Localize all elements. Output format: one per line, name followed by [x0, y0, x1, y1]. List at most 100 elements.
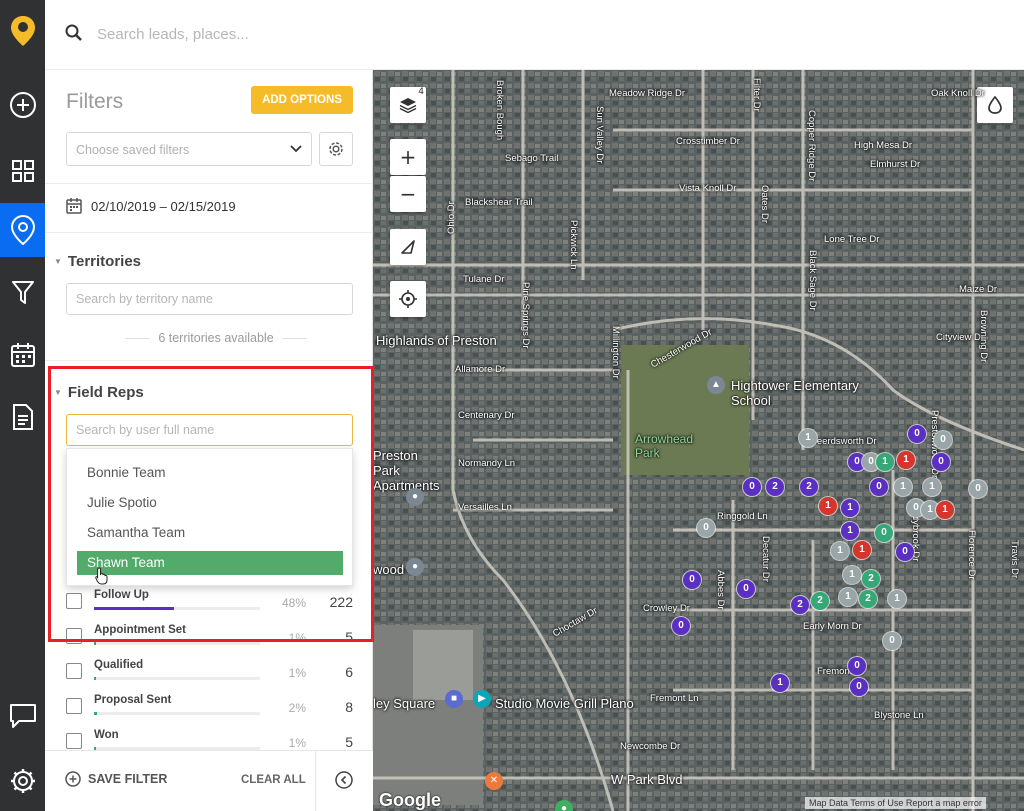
street-label: Browning Dr [978, 310, 989, 363]
save-filter-button[interactable]: SAVE FILTER [65, 771, 167, 787]
street-label: Filter Dr [751, 78, 762, 112]
lead-pin[interactable]: 0 [737, 580, 755, 598]
territories-header[interactable]: ▼ Territories [54, 253, 141, 270]
draw-polygon-button[interactable] [390, 229, 426, 265]
date-range-row[interactable]: 02/10/2019 – 02/15/2019 [66, 198, 236, 214]
dropdown-option-julie-spotio[interactable]: Julie Spotio [77, 491, 343, 515]
lead-pin[interactable]: 0 [969, 480, 987, 498]
chat-icon[interactable] [0, 693, 45, 739]
stage-checkbox[interactable] [66, 663, 82, 679]
divider-line [125, 337, 151, 339]
lead-pin[interactable]: 1 [841, 499, 859, 517]
lead-pin[interactable]: 0 [683, 571, 701, 589]
territory-search-input[interactable] [66, 283, 353, 315]
stage-percent: 48% [281, 596, 306, 610]
lead-pin[interactable]: 1 [936, 501, 954, 519]
place-marker-icon[interactable]: ● [406, 558, 424, 576]
stage-checkbox[interactable] [66, 593, 82, 609]
place-label: Preston Park Apartments [373, 448, 440, 493]
field-reps-header[interactable]: ▼ Field Reps [54, 384, 144, 401]
street-label: W Park Blvd [611, 772, 683, 787]
lead-pin[interactable]: 1 [839, 588, 857, 606]
street-label: Abbes Dr [715, 570, 726, 610]
lead-pin[interactable]: 1 [841, 522, 859, 540]
stage-checkbox[interactable] [66, 698, 82, 714]
lead-pin[interactable]: 0 [908, 425, 926, 443]
add-circle-icon[interactable] [0, 82, 45, 128]
lead-pin[interactable]: 1 [771, 674, 789, 692]
lead-pin[interactable]: 1 [923, 478, 941, 496]
lead-pin[interactable]: 0 [883, 632, 901, 650]
stage-count: 5 [345, 734, 353, 750]
lead-pin[interactable]: 1 [831, 542, 849, 560]
divider [45, 183, 373, 184]
search-input[interactable] [97, 20, 497, 48]
map-layers-button[interactable]: 4 [390, 87, 426, 123]
crosshair-icon [399, 290, 417, 308]
lead-pin[interactable]: 0 [896, 543, 914, 561]
satellite-map[interactable]: 4 + − Meadow Ridge Dr Broken Bough Filte… [373, 70, 1024, 811]
saved-filters-settings-button[interactable] [319, 132, 353, 166]
lead-pin[interactable]: 2 [859, 590, 877, 608]
place-marker-icon[interactable]: ● [406, 488, 424, 506]
lead-pin[interactable]: 1 [843, 566, 861, 584]
collapse-panel-button[interactable] [335, 771, 353, 794]
lead-pin[interactable]: 0 [672, 617, 690, 635]
lead-pin[interactable]: 0 [870, 478, 888, 496]
lead-pin[interactable]: 1 [819, 497, 837, 515]
document-icon[interactable] [0, 394, 45, 440]
restaurant-icon[interactable]: ✕ [485, 772, 503, 790]
shopping-bag-icon[interactable]: ■ [445, 690, 463, 708]
cinema-icon[interactable]: ▶ [473, 690, 491, 708]
add-options-button[interactable]: ADD OPTIONS [251, 86, 353, 114]
lead-pin[interactable]: 2 [862, 570, 880, 588]
lead-pin[interactable]: 2 [791, 596, 809, 614]
stage-row[interactable]: Qualified 1% 6 [66, 659, 356, 689]
saved-filters-select[interactable]: Choose saved filters [66, 132, 312, 166]
dropdown-option-bonnie-team[interactable]: Bonnie Team [77, 461, 343, 485]
stage-row[interactable]: Appointment Set 1% 5 [66, 624, 356, 654]
dropdown-option-shawn-team[interactable]: Shawn Team [77, 551, 343, 575]
lead-pin[interactable]: 1 [799, 429, 817, 447]
lead-pin[interactable]: 0 [934, 431, 952, 449]
place-marker-icon[interactable]: ● [555, 800, 573, 811]
lead-pin[interactable]: 2 [811, 592, 829, 610]
lead-pin[interactable]: 2 [766, 478, 784, 496]
lead-pin[interactable]: 0 [875, 524, 893, 542]
school-label: Hightower Elementary School [731, 378, 859, 408]
zoom-out-button[interactable]: − [390, 176, 426, 212]
lead-pin[interactable]: 0 [932, 453, 950, 471]
zoom-in-button[interactable]: + [390, 139, 426, 175]
clear-all-button[interactable]: CLEAR ALL [241, 774, 306, 786]
my-location-button[interactable] [390, 281, 426, 317]
street-label: Ringgold Ln [717, 511, 768, 522]
app-logo-icon[interactable] [0, 0, 45, 62]
dashboard-grid-icon[interactable] [0, 148, 45, 194]
minus-icon: − [399, 182, 417, 206]
lead-pin[interactable]: 2 [800, 478, 818, 496]
lead-pin[interactable]: 1 [897, 451, 915, 469]
calendar-icon[interactable] [0, 332, 45, 378]
field-reps-title: Field Reps [67, 384, 144, 401]
lead-pin[interactable]: 1 [888, 590, 906, 608]
school-icon[interactable]: ▲ [707, 376, 725, 394]
stage-row[interactable]: Follow Up 48% 222 [66, 589, 356, 619]
lead-pin[interactable]: 0 [697, 519, 715, 537]
lead-pin[interactable]: 1 [853, 541, 871, 559]
settings-gear-icon[interactable] [0, 758, 45, 804]
stage-checkbox[interactable] [66, 628, 82, 644]
caret-down-icon: ▼ [54, 388, 62, 397]
stage-row[interactable]: Proposal Sent 2% 8 [66, 694, 356, 724]
stage-checkbox[interactable] [66, 733, 82, 749]
lead-pin[interactable]: 0 [743, 478, 761, 496]
filter-funnel-icon[interactable] [0, 270, 45, 316]
lead-pin[interactable]: 1 [894, 478, 912, 496]
lead-pin[interactable]: 0 [850, 678, 868, 696]
lead-pin[interactable]: 1 [876, 453, 894, 471]
lead-pin[interactable]: 0 [848, 657, 866, 675]
map-attribution[interactable]: Map Data Terms of Use Report a map error [805, 797, 986, 809]
map-pin-icon[interactable] [0, 203, 45, 257]
field-rep-search-input[interactable] [66, 414, 353, 446]
search-bar [45, 0, 1024, 70]
dropdown-option-samantha-team[interactable]: Samantha Team [77, 521, 343, 545]
